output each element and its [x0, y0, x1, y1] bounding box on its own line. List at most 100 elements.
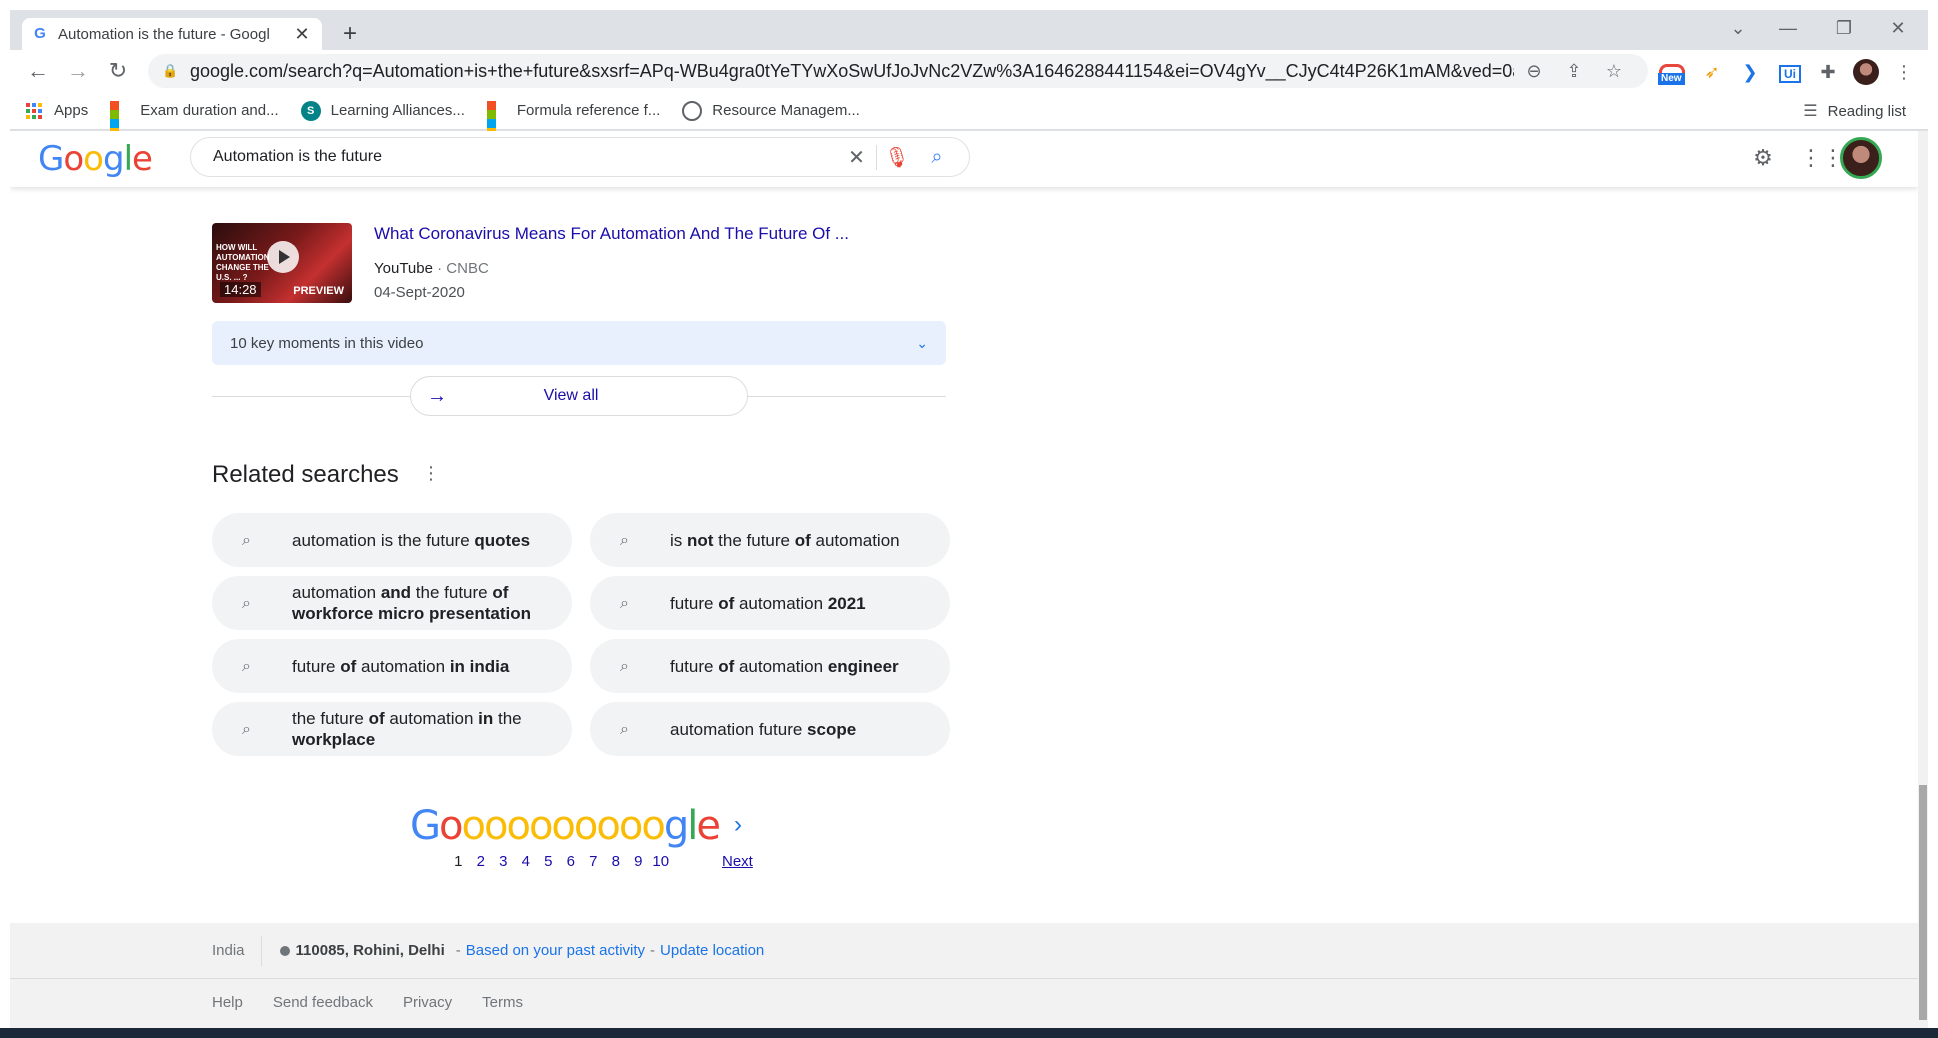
footer-privacy-link[interactable]: Privacy — [403, 994, 452, 1011]
video-thumbnail[interactable]: HOW WILL AUTOMATION CHANGE THE U.S. ... … — [212, 223, 352, 303]
video-title-link[interactable]: What Coronavirus Means For Automation An… — [374, 224, 849, 244]
related-search-text-part: of — [718, 593, 735, 613]
page-number-link[interactable]: 10 — [650, 853, 673, 870]
search-input[interactable]: Automation is the future — [213, 148, 837, 166]
related-search-text-part: is — [670, 530, 687, 550]
google-header: Google Automation is the future ✕ 🎙 ⌕ ⚙ … — [10, 131, 1918, 187]
bookmark-star-icon[interactable]: ☆ — [1594, 61, 1634, 82]
extensions-puzzle-icon[interactable]: ✚ — [1810, 57, 1846, 87]
page-number-link[interactable]: 4 — [515, 853, 538, 870]
update-location-link[interactable]: Update location — [660, 942, 764, 959]
reload-icon[interactable]: ↻ — [98, 58, 138, 84]
bookmark-resource-management[interactable]: Resource Managem... — [682, 100, 860, 121]
bookmark-learning-alliances[interactable]: S Learning Alliances... — [300, 100, 465, 121]
related-search-chip[interactable]: ⌕ automation future scope — [590, 702, 950, 756]
page-number-link[interactable]: 9 — [627, 853, 650, 870]
key-moments-expander[interactable]: 10 key moments in this video ⌄ — [212, 321, 946, 365]
based-on-activity-link[interactable]: Based on your past activity — [466, 942, 645, 959]
new-tab-button[interactable]: + — [335, 20, 365, 48]
chevron-right-icon[interactable]: › — [734, 811, 742, 839]
related-search-text-part: automation — [734, 593, 828, 613]
view-all-button[interactable]: → View all — [410, 376, 748, 416]
bookmark-label: Apps — [54, 102, 89, 119]
related-search-text-part: in india — [449, 656, 510, 676]
bookmark-label: Exam duration and... — [140, 102, 279, 119]
minimize-icon[interactable]: — — [1768, 18, 1808, 39]
bookmark-formula-reference[interactable]: Formula reference f... — [486, 100, 660, 137]
tab-close-icon[interactable]: ✕ — [292, 24, 312, 45]
share-icon[interactable]: ⇪ — [1554, 61, 1594, 82]
account-avatar[interactable] — [1840, 137, 1882, 179]
next-page-link[interactable]: Next — [722, 853, 753, 870]
window-close-icon[interactable]: ✕ — [1878, 18, 1918, 39]
pagination-logo-letter: o — [528, 803, 554, 849]
related-search-text-part: scope — [807, 719, 857, 739]
extension-rocket-icon[interactable]: ➶ — [1694, 57, 1730, 87]
related-search-text-part: the future — [411, 583, 493, 602]
bookmark-exam-duration[interactable]: Exam duration and... — [110, 100, 279, 137]
page-number-link[interactable]: 1 — [447, 853, 470, 870]
profile-avatar-icon[interactable] — [1848, 57, 1884, 87]
related-search-chip[interactable]: ⌕ the future of automation in the workpla… — [212, 702, 572, 756]
google-apps-grid-icon[interactable]: ⋮⋮ — [1800, 143, 1844, 173]
scrollbar-thumb[interactable] — [1919, 785, 1927, 1020]
page-number-link[interactable]: 3 — [492, 853, 515, 870]
lock-icon[interactable]: 🔒 — [162, 63, 178, 79]
browser-menu-icon[interactable]: ⋮ — [1886, 57, 1922, 87]
page-number-link[interactable]: 7 — [582, 853, 605, 870]
location-dot-icon — [279, 945, 290, 956]
pagination-logo-letter: o — [618, 803, 644, 849]
voice-search-mic-icon[interactable]: 🎙 — [877, 145, 917, 170]
search-icon[interactable]: ⌕ — [917, 146, 957, 169]
footer-country: India — [212, 935, 262, 966]
more-options-icon[interactable]: ⋮ — [422, 463, 440, 484]
restore-icon[interactable]: ❐ — [1824, 18, 1864, 39]
related-search-text-part: 2021 — [827, 593, 866, 613]
page-number-link[interactable]: 2 — [470, 853, 493, 870]
tab-google-search[interactable]: G Automation is the future - Googl ✕ — [22, 18, 322, 50]
play-icon — [267, 241, 299, 273]
search-icon: ⌕ — [620, 594, 629, 612]
forward-arrow-icon[interactable]: → — [58, 58, 98, 84]
search-box[interactable]: Automation is the future ✕ 🎙 ⌕ — [190, 137, 970, 177]
related-search-text-part: automation future — [670, 719, 808, 739]
extension-power-automate-icon[interactable]: ❯ — [1732, 57, 1768, 87]
settings-gear-icon[interactable]: ⚙ — [1748, 143, 1778, 173]
zoom-icon[interactable]: ⊖ — [1514, 61, 1554, 82]
arrow-right-icon: → — [427, 384, 447, 407]
url-text[interactable]: google.com/search?q=Automation+is+the+fu… — [190, 61, 1514, 82]
extension-uipath-icon[interactable]: Ui — [1772, 57, 1808, 87]
related-search-text: the future of automation in the workplac… — [292, 708, 556, 750]
video-channel: CNBC — [446, 260, 489, 277]
related-search-chip[interactable]: ⌕ automation and the future of workforce … — [212, 576, 572, 630]
reading-list-button[interactable]: ☰ Reading list — [1803, 92, 1906, 130]
address-bar[interactable]: 🔒 google.com/search?q=Automation+is+the+… — [148, 54, 1648, 88]
footer-send-feedback-link[interactable]: Send feedback — [273, 994, 373, 1011]
extension-new-icon[interactable]: New — [1654, 57, 1690, 87]
google-logo[interactable]: Google — [38, 139, 153, 179]
page-number-link[interactable]: 6 — [560, 853, 583, 870]
clear-search-icon[interactable]: ✕ — [837, 144, 877, 170]
sharepoint-icon: S — [300, 100, 321, 121]
related-search-text-part: the — [493, 709, 522, 728]
related-search-chip[interactable]: ⌕ is not the future of automation — [590, 513, 950, 567]
related-search-chip[interactable]: ⌕ future of automation engineer — [590, 639, 950, 693]
browser-window: G Automation is the future - Googl ✕ + ⌄… — [10, 10, 1928, 1038]
related-search-chip[interactable]: ⌕ future of automation in india — [212, 639, 572, 693]
page-number-link[interactable]: 8 — [605, 853, 628, 870]
related-search-text-part: automation — [292, 583, 381, 602]
related-search-chip[interactable]: ⌕ automation is the future quotes — [212, 513, 572, 567]
page-number-link[interactable]: 5 — [537, 853, 560, 870]
related-search-text-part: of — [718, 656, 735, 676]
related-search-text: automation future scope — [670, 719, 856, 740]
browser-toolbar: ← → ↻ 🔒 google.com/search?q=Automation+i… — [10, 50, 1928, 92]
related-search-text-part: automation — [384, 709, 479, 728]
back-arrow-icon[interactable]: ← — [18, 58, 58, 84]
footer-help-link[interactable]: Help — [212, 994, 243, 1011]
tab-search-chevron-icon[interactable]: ⌄ — [1718, 18, 1758, 39]
bookmark-apps[interactable]: Apps — [24, 101, 88, 121]
related-search-chip[interactable]: ⌕ future of automation 2021 — [590, 576, 950, 630]
footer-separator: - — [650, 942, 656, 959]
globe-icon — [682, 100, 703, 121]
footer-terms-link[interactable]: Terms — [482, 994, 523, 1011]
